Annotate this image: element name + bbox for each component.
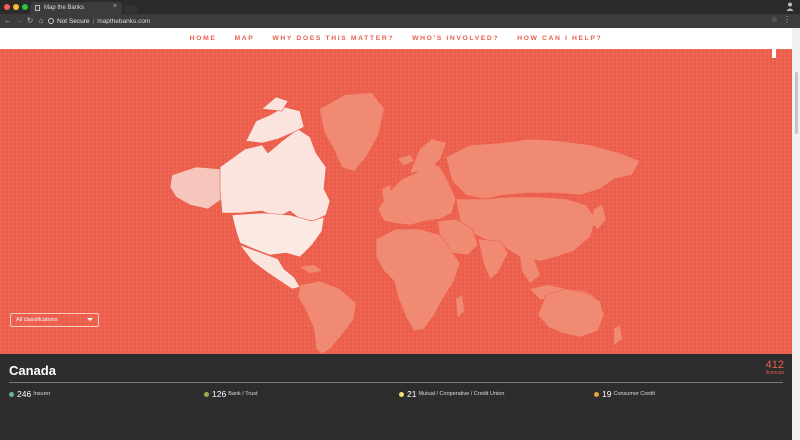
nav-corner-mark — [772, 44, 776, 58]
map-region-asia — [455, 196, 597, 262]
browser-titlebar: Map the Banks × — [0, 0, 800, 14]
stat-label: Insurer — [33, 391, 51, 397]
world-map[interactable] — [0, 49, 792, 354]
url-text: mapthebanks.com — [97, 17, 151, 25]
stat-bank-trust: 126 Bank / Trust — [204, 389, 258, 399]
stat-insurer: 246 Insurer — [9, 389, 50, 399]
panel-divider — [9, 382, 783, 383]
total-licences-label: licences — [765, 370, 784, 376]
maximize-window-button[interactable] — [22, 4, 28, 10]
map-region-russia — [445, 138, 641, 200]
stat-count: 21 — [407, 389, 417, 399]
stat-count: 19 — [602, 389, 612, 399]
forward-arrow-icon[interactable]: → — [14, 16, 24, 26]
tab-close-icon[interactable]: × — [113, 3, 117, 10]
insurer-dot-icon — [9, 391, 14, 397]
tab-title: Map the Banks — [44, 5, 85, 11]
stat-label: Bank / Trust — [228, 391, 258, 397]
browser-toolbar: ← → ↻ ⌂ Not Secure | mapthebanks.com ☆ ⋮ — [0, 14, 800, 28]
mutual-dot-icon — [399, 391, 404, 397]
stat-mutual: 21 Mutual / Cooperative / Credit Union — [399, 389, 504, 399]
reload-icon[interactable]: ↻ — [25, 16, 35, 26]
map-region-iceland — [398, 155, 414, 165]
classification-filter-value: All classifications — [16, 317, 58, 323]
user-profile-icon[interactable] — [786, 2, 794, 11]
new-tab-button[interactable] — [124, 5, 138, 13]
stat-label: Consumer Credit — [613, 391, 656, 397]
back-arrow-icon[interactable]: ← — [3, 16, 13, 26]
site-navbar: HOME MAP WHY DOES THIS MATTER? WHO'S INV… — [0, 28, 792, 49]
browser-tab[interactable]: Map the Banks × — [30, 2, 122, 14]
map-region-greenland — [320, 93, 384, 171]
nav-link-map[interactable]: MAP — [234, 35, 254, 42]
page-content: All classifications HOME MAP WHY DOES TH… — [0, 28, 792, 440]
map-region-south-america — [297, 280, 357, 354]
browser-menu-icon[interactable]: ⋮ — [783, 15, 791, 24]
stat-count: 246 — [17, 389, 32, 399]
close-window-button[interactable] — [4, 4, 10, 10]
map-region-alaska — [169, 166, 223, 210]
stat-count: 126 — [212, 389, 227, 399]
nav-link-who[interactable]: WHO'S INVOLVED? — [412, 35, 499, 42]
nav-link-help[interactable]: HOW CAN I HELP? — [517, 35, 602, 42]
map-region-madagascar — [456, 295, 464, 317]
page-icon — [35, 5, 40, 11]
address-bar[interactable]: Not Secure | mapthebanks.com — [48, 16, 150, 26]
map-region-caribbean — [300, 265, 322, 273]
map-region-new-zealand — [614, 325, 622, 345]
stat-label: Mutual / Cooperative / Credit Union — [418, 391, 505, 397]
country-name: Canada — [9, 363, 56, 378]
chevron-down-icon — [87, 318, 93, 321]
nav-link-home[interactable]: HOME — [190, 35, 217, 42]
map-region-canada — [219, 128, 331, 222]
bank-dot-icon — [204, 391, 209, 397]
info-icon[interactable] — [48, 18, 54, 24]
stat-consumer-credit: 19 Consumer Credit — [594, 389, 655, 399]
home-icon[interactable]: ⌂ — [36, 16, 46, 26]
classification-filter-dropdown[interactable]: All classifications — [10, 313, 99, 327]
nav-link-why[interactable]: WHY DOES THIS MATTER? — [272, 35, 394, 42]
consumer-credit-dot-icon — [594, 391, 599, 397]
security-label: Not Secure — [57, 17, 90, 25]
country-info-panel: Canada 412 licences 246 Insurer 126 Bank… — [0, 354, 792, 440]
scrollbar-thumb[interactable] — [795, 72, 798, 134]
bookmark-star-icon[interactable]: ☆ — [771, 15, 778, 24]
url-separator: | — [92, 17, 95, 25]
minimize-window-button[interactable] — [13, 4, 19, 10]
